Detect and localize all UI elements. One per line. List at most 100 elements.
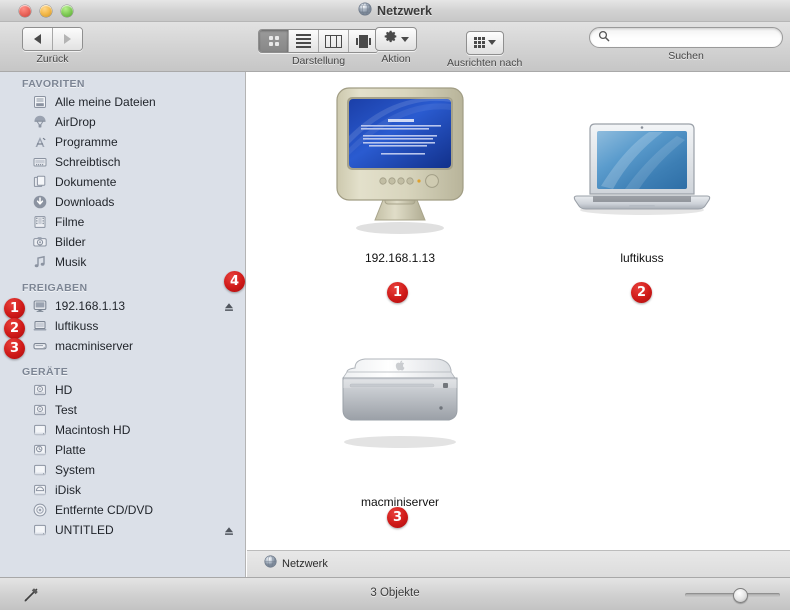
sidebar-item-192-168-1-13[interactable]: 192.168.1.13 bbox=[0, 296, 245, 316]
view-mode-group: Darstellung bbox=[258, 27, 379, 67]
desktop-icon bbox=[32, 154, 48, 170]
window-body: FAVORITEN Alle meine Dateien AirDrop Pro… bbox=[0, 72, 790, 577]
annotation-badge-content-2: 2 bbox=[631, 282, 652, 303]
sidebar-item-label: HD bbox=[55, 383, 73, 397]
action-group: Aktion bbox=[375, 27, 417, 65]
eject-button[interactable] bbox=[223, 300, 235, 312]
sidebar-item-label: macminiserver bbox=[55, 339, 134, 353]
annotation-badge-content-1: 1 bbox=[387, 282, 408, 303]
internal-disk-icon bbox=[32, 382, 48, 398]
sidebar-item-musik[interactable]: Musik bbox=[0, 252, 245, 272]
file-item-label: 192.168.1.13 bbox=[364, 251, 436, 265]
sidebar-item-label: Programme bbox=[55, 135, 118, 149]
icon-view-button[interactable] bbox=[259, 30, 289, 52]
search-input[interactable] bbox=[615, 30, 774, 45]
sidebar-item-schreibtisch[interactable]: Schreibtisch bbox=[0, 152, 245, 172]
sidebar-item-label: Entfernte CD/DVD bbox=[55, 503, 154, 517]
column-view-button[interactable] bbox=[319, 30, 349, 52]
server-icon bbox=[32, 338, 48, 354]
sidebar-item-label: iDisk bbox=[55, 483, 81, 497]
sidebar-item-label: Filme bbox=[55, 215, 85, 229]
airdrop-icon bbox=[32, 114, 48, 130]
sidebar-item-label: Alle meine Dateien bbox=[55, 95, 156, 109]
coverflow-view-button[interactable] bbox=[349, 30, 378, 52]
file-item-192-168-1-13[interactable]: 192.168.1.13 bbox=[325, 80, 475, 265]
navigation-segmented-control[interactable] bbox=[22, 27, 83, 51]
search-group: Suchen bbox=[589, 27, 783, 62]
arrow-right-icon bbox=[64, 34, 71, 44]
list-view-button[interactable] bbox=[289, 30, 319, 52]
sidebar-item-test[interactable]: Test bbox=[0, 400, 245, 420]
title-bar: Netzwerk bbox=[0, 0, 790, 22]
file-content-area[interactable]: 192.168.1.13 luftikuss macminiserver bbox=[247, 72, 790, 577]
sidebar-item-dokumente[interactable]: Dokumente bbox=[0, 172, 245, 192]
all-files-icon bbox=[32, 94, 48, 110]
sidebar-section-header-favoriten: FAVORITEN bbox=[22, 78, 85, 90]
sidebar-item-label: Schreibtisch bbox=[55, 155, 121, 169]
sidebar-item-airdrop[interactable]: AirDrop bbox=[0, 112, 245, 132]
sidebar-item-label: Platte bbox=[55, 443, 86, 457]
view-mode-segmented-control[interactable] bbox=[258, 29, 379, 53]
icon-size-slider[interactable] bbox=[685, 588, 780, 603]
path-bar[interactable]: Netzwerk bbox=[247, 550, 790, 577]
hard-disk-icon bbox=[32, 462, 48, 478]
action-label: Aktion bbox=[381, 53, 411, 65]
sidebar-item-bilder[interactable]: Bilder bbox=[0, 232, 245, 252]
movies-icon bbox=[32, 214, 48, 230]
sidebar-item-label: Dokumente bbox=[55, 175, 117, 189]
internal-disk-icon bbox=[32, 402, 48, 418]
sidebar-item-idisk[interactable]: iDisk bbox=[0, 480, 245, 500]
sidebar-item-luftikuss[interactable]: luftikuss bbox=[0, 316, 245, 336]
sidebar-item-platte[interactable]: Platte bbox=[0, 440, 245, 460]
action-button[interactable] bbox=[375, 27, 417, 51]
sidebar-item-untitled[interactable]: UNTITLED bbox=[0, 520, 245, 540]
back-button[interactable] bbox=[23, 28, 53, 50]
globe-icon bbox=[358, 1, 372, 21]
sidebar-item-alle-meine-dateien[interactable]: Alle meine Dateien bbox=[0, 92, 245, 112]
macbook-air-icon bbox=[573, 123, 711, 215]
hard-disk-icon bbox=[32, 422, 48, 438]
sidebar-item-programme[interactable]: Programme bbox=[0, 132, 245, 152]
sidebar-item-system[interactable]: System bbox=[0, 460, 245, 480]
coverflow-icon bbox=[355, 34, 372, 48]
sidebar-item-label: Bilder bbox=[55, 235, 86, 249]
grid-small-icon bbox=[473, 37, 485, 48]
sidebar-item-filme[interactable]: Filme bbox=[0, 212, 245, 232]
annotation-badge-sidebar-3: 3 bbox=[4, 338, 25, 359]
sidebar-item-label: 192.168.1.13 bbox=[55, 299, 126, 313]
toolbar: Zurück Darstellung Aktion Ausrichten nac… bbox=[0, 22, 790, 72]
downloads-icon bbox=[32, 194, 48, 210]
sidebar-item-entfernte-cd-dvd[interactable]: Entfernte CD/DVD bbox=[0, 500, 245, 520]
search-field[interactable] bbox=[589, 27, 783, 48]
annotation-badge-eject-4: 4 bbox=[224, 271, 245, 292]
optical-disc-icon bbox=[32, 502, 48, 518]
sidebar-item-label: System bbox=[55, 463, 96, 477]
chevron-down-icon bbox=[487, 40, 496, 45]
sidebar-item-label: AirDrop bbox=[55, 115, 96, 129]
file-item-luftikuss[interactable]: luftikuss bbox=[567, 110, 717, 265]
sidebar: FAVORITEN Alle meine Dateien AirDrop Pro… bbox=[0, 72, 246, 577]
sidebar-section-header-geraete: GERÄTE bbox=[22, 366, 69, 378]
pictures-icon bbox=[32, 234, 48, 250]
path-bar-label: Netzwerk bbox=[282, 558, 328, 570]
arrange-label: Ausrichten nach bbox=[447, 56, 523, 69]
laptop-icon bbox=[32, 318, 48, 334]
forward-button[interactable] bbox=[53, 28, 82, 50]
file-item-label: luftikuss bbox=[620, 251, 664, 265]
file-item-macminiserver[interactable]: macminiserver bbox=[325, 344, 475, 509]
time-machine-disk-icon bbox=[32, 442, 48, 458]
sidebar-item-hd[interactable]: HD bbox=[0, 380, 245, 400]
search-icon bbox=[598, 29, 610, 47]
sidebar-item-downloads[interactable]: Downloads bbox=[0, 192, 245, 212]
view-mode-label: Darstellung bbox=[291, 55, 346, 67]
slider-knob[interactable] bbox=[733, 588, 748, 603]
eject-button[interactable] bbox=[223, 524, 235, 536]
search-label: Suchen bbox=[668, 50, 704, 62]
arrange-button[interactable] bbox=[465, 30, 504, 55]
sidebar-item-macintosh-hd[interactable]: Macintosh HD bbox=[0, 420, 245, 440]
gear-icon bbox=[383, 29, 398, 49]
hard-disk-icon bbox=[32, 522, 48, 538]
sidebar-item-macminiserver[interactable]: macminiserver bbox=[0, 336, 245, 356]
documents-icon bbox=[32, 174, 48, 190]
applications-icon bbox=[32, 134, 48, 150]
